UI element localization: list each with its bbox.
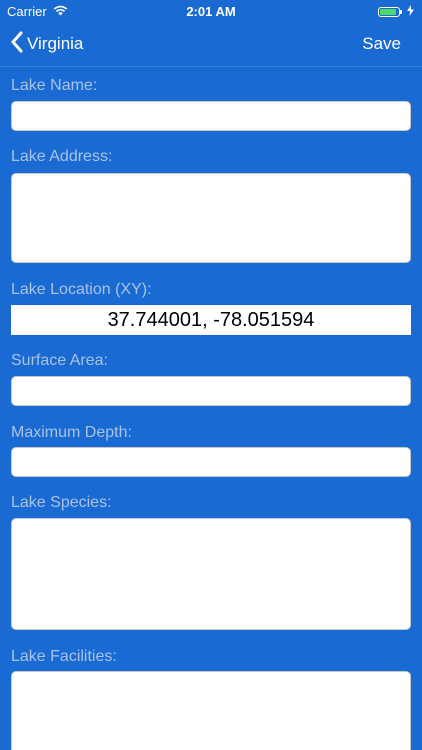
lake-species-label: Lake Species: bbox=[11, 494, 112, 511]
battery-icon bbox=[378, 6, 402, 17]
lake-location-field[interactable]: 37.744001, -78.051594 bbox=[11, 305, 411, 335]
navigation-bar: Virginia Save bbox=[0, 22, 422, 67]
lake-address-label: Lake Address: bbox=[11, 148, 113, 165]
surface-area-field[interactable] bbox=[11, 376, 411, 406]
chevron-left-icon bbox=[10, 31, 23, 58]
back-button-label: Virginia bbox=[27, 34, 84, 53]
surface-area-label: Surface Area: bbox=[11, 352, 108, 369]
charging-bolt-icon bbox=[407, 4, 414, 19]
lake-facilities-textarea[interactable] bbox=[11, 671, 411, 750]
lake-address-textarea[interactable] bbox=[11, 173, 411, 263]
status-time: 2:01 AM bbox=[186, 4, 236, 19]
lake-species-textarea[interactable] bbox=[11, 518, 411, 630]
lake-name-label: Lake Name: bbox=[11, 77, 98, 94]
save-button[interactable]: Save bbox=[362, 22, 401, 66]
lake-name-field[interactable] bbox=[11, 101, 411, 131]
status-right bbox=[378, 4, 414, 19]
status-bar: Carrier 2:01 AM bbox=[0, 0, 422, 22]
maximum-depth-field[interactable] bbox=[11, 447, 411, 477]
lake-location-label: Lake Location (XY): bbox=[11, 281, 152, 298]
lake-facilities-label: Lake Facilities: bbox=[11, 648, 117, 665]
back-button[interactable]: Virginia bbox=[10, 22, 83, 66]
maximum-depth-label: Maximum Depth: bbox=[11, 424, 132, 441]
battery-level bbox=[380, 8, 397, 15]
